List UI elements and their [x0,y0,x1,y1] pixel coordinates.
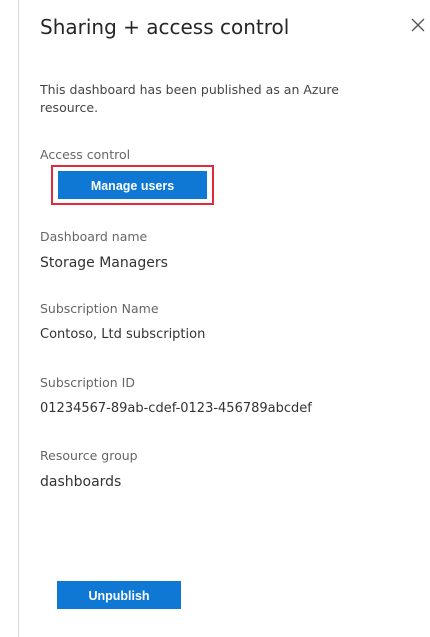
dashboard-name-value: Storage Managers [40,255,168,271]
panel-title: Sharing + access control [40,15,290,39]
close-icon[interactable] [407,14,429,36]
publish-description: This dashboard has been published as an … [40,82,339,115]
page: Sharing + access control This dashboard … [0,0,430,637]
dashboard-name-label: Dashboard name [40,229,148,244]
subscription-name-label: Subscription Name [40,301,159,316]
resource-group-value: dashboards [40,474,122,490]
sharing-access-control-panel: Sharing + access control This dashboard … [18,0,430,637]
subscription-id-value: 01234567-89ab-cdef-0123-456789abcdef [40,401,312,416]
manage-users-button[interactable]: Manage users [58,171,207,199]
resource-group-label: Resource group [40,448,138,463]
unpublish-button[interactable]: Unpublish [57,581,181,609]
subscription-id-label: Subscription ID [40,375,135,390]
access-control-label: Access control [40,147,131,162]
subscription-name-value: Contoso, Ltd subscription [40,327,206,342]
